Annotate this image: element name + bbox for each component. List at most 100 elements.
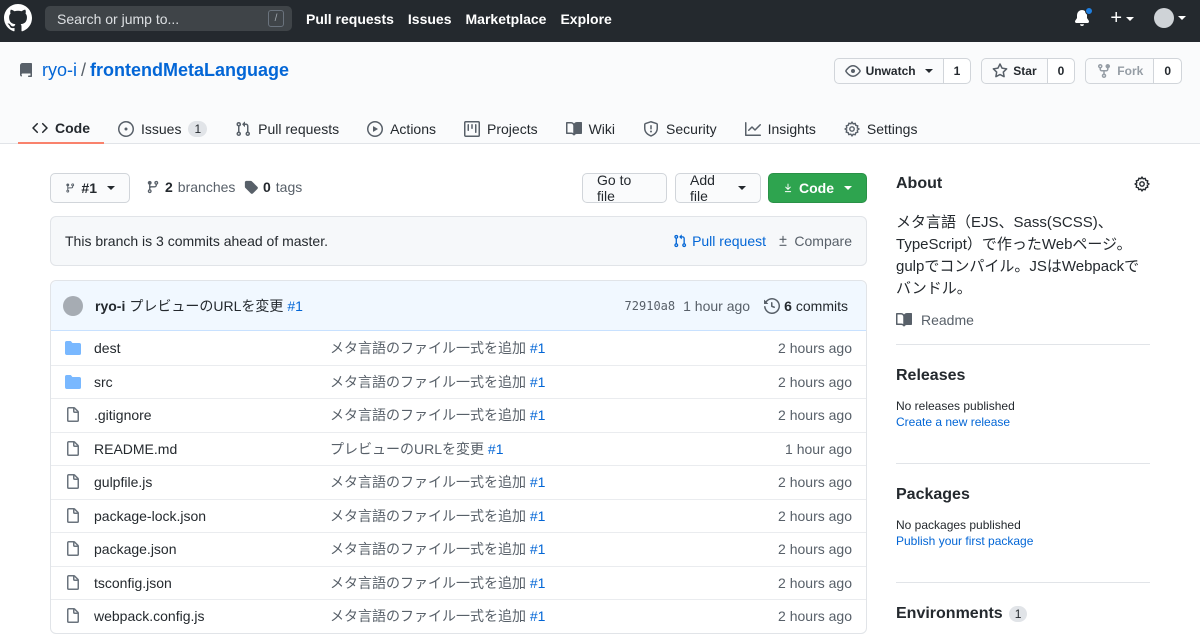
file-name-link[interactable]: gulpfile.js [94, 474, 152, 490]
packages-text: No packages published [896, 518, 1021, 532]
repo-owner-link[interactable]: ryo-i [42, 60, 77, 81]
compare-link[interactable]: Compare [777, 233, 852, 249]
go-to-file-button[interactable]: Go to file [582, 172, 667, 204]
divider [896, 344, 1150, 345]
branches-link[interactable]: 2 branches [146, 179, 235, 195]
tab-issues[interactable]: Issues 1 [104, 106, 221, 144]
file-commit-message-link[interactable]: メタ言語のファイル一式を追加 [330, 407, 526, 423]
tab-code[interactable]: Code [18, 106, 104, 144]
branch-select-button[interactable]: #1 [50, 173, 130, 203]
create-new-plus-icon[interactable]: + [1110, 8, 1134, 28]
star-button[interactable]: Star [982, 59, 1048, 83]
commit-issue-link[interactable]: #1 [287, 298, 303, 314]
repo-name-link[interactable]: frontendMetaLanguage [90, 60, 289, 81]
search-shortcut-hint: / [268, 10, 284, 27]
file-commit-message-link[interactable]: メタ言語のファイル一式を追加 [330, 541, 526, 557]
readme-link[interactable]: Readme [896, 312, 1150, 328]
repo-icon [19, 62, 32, 77]
file-issue-link[interactable]: #1 [530, 508, 546, 524]
commits-link[interactable]: 6 commits [764, 298, 848, 314]
watch-count[interactable]: 1 [943, 59, 971, 83]
gear-icon[interactable] [1134, 176, 1150, 192]
file-issue-link[interactable]: #1 [530, 340, 546, 356]
file-row[interactable]: README.md プレビューのURLを変更 #1 1 hour ago [51, 431, 866, 466]
create-release-link[interactable]: Create a new release [896, 415, 1150, 429]
nav-explore[interactable]: Explore [560, 11, 611, 27]
file-row[interactable]: src メタ言語のファイル一式を追加 #1 2 hours ago [51, 364, 866, 399]
file-name-link[interactable]: dest [94, 340, 120, 356]
avatar[interactable] [63, 295, 83, 316]
file-issue-link[interactable]: #1 [530, 541, 546, 557]
nav-pull-requests[interactable]: Pull requests [306, 11, 394, 27]
file-rows: dest メタ言語のファイル一式を追加 #1 2 hours ago src メタ言語の… [51, 331, 866, 633]
fork-count[interactable]: 0 [1154, 59, 1181, 83]
file-name-link[interactable]: src [94, 374, 113, 390]
tab-insights[interactable]: Insights [731, 106, 830, 144]
go-to-file-label: Go to file [597, 172, 632, 204]
global-header: Search or jump to... / Pull requests Iss… [0, 0, 1200, 42]
tab-pull-requests[interactable]: Pull requests [221, 106, 353, 144]
commit-author[interactable]: ryo-i [95, 298, 125, 314]
pull-request-link[interactable]: Pull request [673, 233, 766, 249]
github-logo-icon[interactable] [4, 4, 32, 32]
tab-wiki[interactable]: Wiki [552, 106, 629, 144]
commit-message[interactable]: プレビューのURLを変更 [129, 296, 283, 316]
file-row[interactable]: package-lock.json メタ言語のファイル一式を追加 #1 2 hour… [51, 498, 866, 533]
notifications-bell-icon[interactable] [1074, 7, 1094, 27]
tab-projects[interactable]: Projects [450, 106, 552, 144]
file-age: 2 hours ago [778, 339, 852, 356]
code-download-button[interactable]: Code [768, 173, 867, 203]
file-name-link[interactable]: README.md [94, 441, 177, 457]
file-name-link[interactable]: package-lock.json [94, 508, 206, 524]
tab-security[interactable]: Security [629, 106, 731, 144]
file-commit-message: メタ言語のファイル一式を追加 #1 [330, 506, 545, 526]
user-menu[interactable] [1154, 8, 1186, 28]
file-commit-message-link[interactable]: メタ言語のファイル一式を追加 [330, 474, 526, 490]
publish-package-link[interactable]: Publish your first package [896, 534, 1150, 548]
file-toolbar: #1 2 branches 0 tags Go to file Add file… [50, 172, 867, 204]
nav-marketplace[interactable]: Marketplace [466, 11, 547, 27]
file-name-link[interactable]: .gitignore [94, 407, 152, 423]
releases-title[interactable]: Releases [896, 367, 1150, 385]
file-issue-link[interactable]: #1 [530, 374, 546, 390]
file-name-link[interactable]: webpack.config.js [94, 608, 205, 624]
file-commit-message-link[interactable]: メタ言語のファイル一式を追加 [330, 340, 526, 356]
file-row[interactable]: gulpfile.js メタ言語のファイル一式を追加 #1 2 hours ago [51, 465, 866, 499]
ahead-text: This branch is 3 commits ahead of master… [65, 233, 328, 249]
file-commit-message-link[interactable]: メタ言語のファイル一式を追加 [330, 575, 526, 591]
file-issue-link[interactable]: #1 [530, 575, 546, 591]
file-commit-message: メタ言語のファイル一式を追加 #1 [330, 338, 545, 358]
environments-title[interactable]: Environments [896, 605, 1003, 623]
file-commit-message-link[interactable]: メタ言語のファイル一式を追加 [330, 374, 526, 390]
file-age: 1 hour ago [785, 440, 852, 457]
tab-settings[interactable]: Settings [830, 106, 932, 144]
file-row[interactable]: tsconfig.json メタ言語のファイル一式を追加 #1 2 hours ag… [51, 565, 866, 600]
fork-button[interactable]: Fork [1086, 59, 1155, 83]
file-row[interactable]: webpack.config.js メタ言語のファイル一式を追加 #1 2 hour… [51, 599, 866, 633]
add-file-button[interactable]: Add file [675, 172, 761, 204]
packages-title[interactable]: Packages [896, 486, 1150, 504]
nav-issues[interactable]: Issues [408, 11, 452, 27]
search-input[interactable]: Search or jump to... / [45, 6, 292, 31]
file-name-link[interactable]: tsconfig.json [94, 575, 172, 591]
file-row[interactable]: package.json メタ言語のファイル一式を追加 #1 2 hours ago [51, 532, 866, 566]
file-issue-link[interactable]: #1 [488, 441, 504, 457]
file-issue-link[interactable]: #1 [530, 474, 546, 490]
file-commit-message-link[interactable]: メタ言語のファイル一式を追加 [330, 608, 526, 624]
file-row[interactable]: dest メタ言語のファイル一式を追加 #1 2 hours ago [51, 331, 866, 365]
project-icon [464, 120, 481, 137]
commits-count: 6 [784, 297, 792, 314]
star-count[interactable]: 0 [1047, 59, 1075, 83]
file-commit-message-link[interactable]: メタ言語のファイル一式を追加 [330, 508, 526, 524]
file-row[interactable]: .gitignore メタ言語のファイル一式を追加 #1 2 hours ago [51, 398, 866, 432]
file-commit-message-link[interactable]: プレビューのURLを変更 [330, 441, 484, 457]
file-issue-link[interactable]: #1 [530, 407, 546, 423]
unwatch-button[interactable]: Unwatch [835, 59, 944, 83]
tags-link[interactable]: 0 tags [244, 179, 302, 195]
commit-sha[interactable]: 72910a8 [625, 299, 676, 313]
repo-header: ryo-i / frontendMetaLanguage Unwatch 1 S… [0, 42, 1200, 144]
search-placeholder: Search or jump to... [57, 10, 180, 27]
file-issue-link[interactable]: #1 [530, 608, 546, 624]
tab-actions[interactable]: Actions [353, 106, 450, 144]
file-name-link[interactable]: package.json [94, 541, 177, 557]
